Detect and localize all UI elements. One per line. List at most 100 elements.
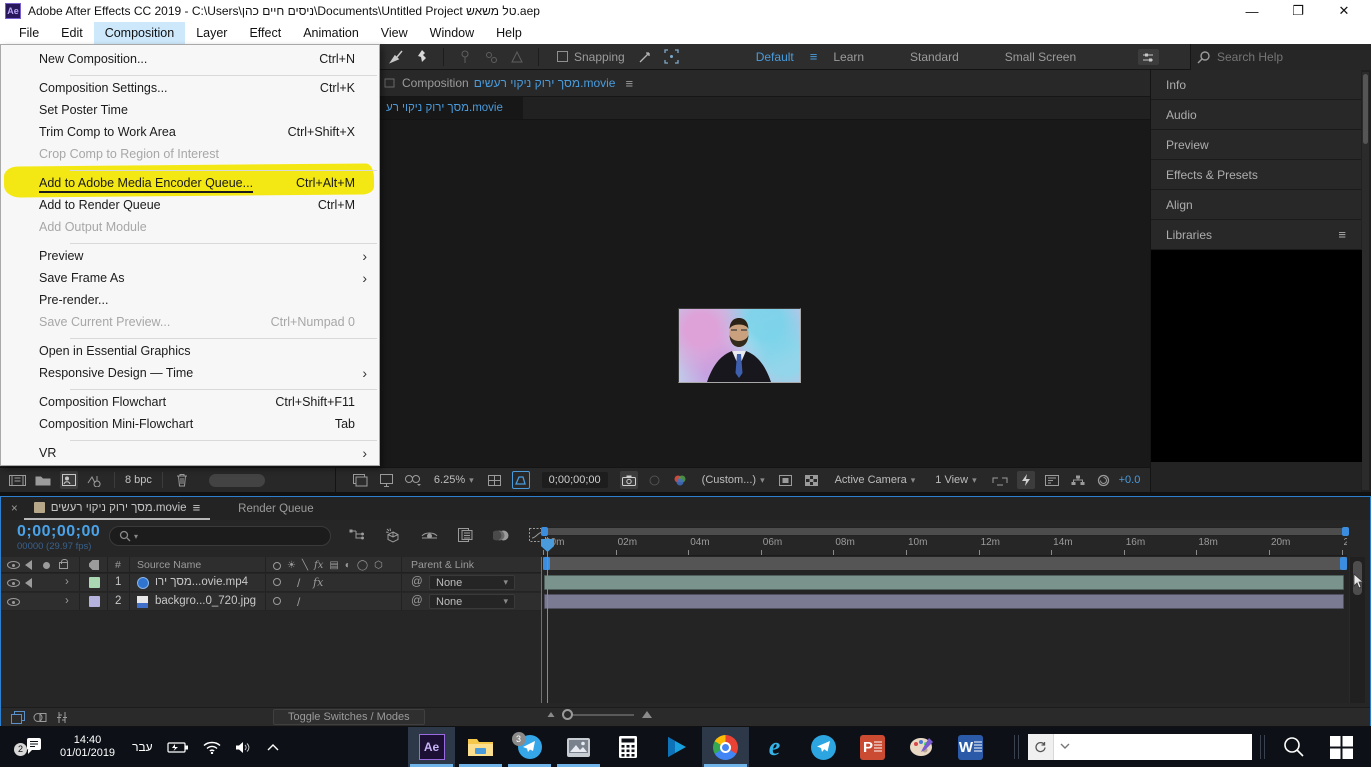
wifi-icon[interactable] (203, 741, 221, 754)
menu-item[interactable]: Trim Comp to Work Area Ctrl+Shift+X (1, 121, 379, 143)
menu-item[interactable]: VR › (1, 442, 379, 464)
menu-item[interactable]: Pre-render... (1, 289, 379, 311)
interpret-footage-icon[interactable] (8, 472, 26, 488)
taskbar-chrome[interactable] (702, 727, 749, 767)
menu-item[interactable] (1, 333, 379, 340)
menubar-item[interactable]: Effect (238, 22, 292, 44)
taskbar-clock[interactable]: 14:40 01/01/2019 (60, 734, 115, 760)
layer-visibility-icon[interactable] (7, 598, 20, 606)
snap-line-icon[interactable] (637, 49, 655, 65)
layer-shy-switch[interactable] (273, 597, 281, 605)
project-settings-icon[interactable] (86, 472, 104, 488)
layer-quality-switch[interactable]: / (297, 576, 300, 590)
layer-row-2[interactable]: › 2 backgro...0_720.jpg / @ None▾ (1, 593, 541, 611)
layer-label-swatch[interactable] (89, 577, 100, 588)
exposure-value[interactable]: +0.0 (1119, 474, 1141, 486)
project-bpc-button[interactable]: 8 bpc (114, 472, 163, 488)
active-camera-dropdown[interactable]: Active Camera▾ (835, 474, 916, 486)
taskbar-telegram[interactable] (800, 727, 847, 767)
resolution-dropdown[interactable]: (Custom...)▾ (702, 474, 765, 486)
menubar-item[interactable]: Edit (50, 22, 94, 44)
share-view-icon[interactable] (991, 472, 1009, 488)
close-button[interactable]: ✕ (1321, 0, 1367, 22)
project-scrollbar-thumb[interactable] (209, 474, 265, 487)
menu-item[interactable]: Crop Comp to Region of Interest (1, 143, 379, 165)
snapshot-icon[interactable] (620, 471, 638, 489)
layer-shy-switch[interactable] (273, 578, 281, 586)
panel-menu-icon[interactable]: ≡ (625, 76, 633, 91)
pick-whip-icon[interactable]: @ (411, 576, 423, 588)
composition-viewer-tab[interactable]: מסך ירוק ניקוי רע.movie (378, 97, 523, 119)
start-button[interactable] (1330, 736, 1353, 764)
battery-icon[interactable] (167, 741, 189, 753)
snap-bounds-icon[interactable] (663, 49, 681, 65)
notification-center-icon[interactable]: 2 (22, 737, 42, 758)
menubar-item[interactable]: View (370, 22, 419, 44)
taskbar-after-effects[interactable]: Ae (408, 727, 455, 767)
snapping-checkbox[interactable] (557, 51, 568, 62)
puppet-pin-tool-icon[interactable] (413, 49, 431, 65)
menu-item[interactable]: Composition Mini-Flowchart Tab (1, 413, 379, 435)
parent-link-column-header[interactable]: Parent & Link (411, 559, 474, 571)
taskbar-internet-explorer[interactable]: e (751, 727, 798, 767)
layer-2-duration-bar[interactable] (544, 594, 1344, 609)
comp-current-time[interactable]: 0;00;00;00 (542, 472, 608, 488)
address-input[interactable] (1075, 740, 1252, 755)
shy-layers-icon[interactable] (418, 526, 440, 544)
dock-panel-tab[interactable]: Align (1151, 190, 1361, 220)
menu-item[interactable]: Add to Adobe Media Encoder Queue... Ctrl… (1, 172, 379, 194)
taskbar-paint[interactable] (898, 727, 945, 767)
panel-menu-icon[interactable]: ≡ (193, 500, 201, 515)
hidden-icons-chevron[interactable] (267, 743, 279, 751)
taskbar-powerpoint[interactable]: P (849, 727, 896, 767)
comp-mini-flowchart-icon[interactable] (346, 526, 368, 544)
dock-panel-tab[interactable]: Libraries ≡ (1151, 220, 1361, 250)
timeline-current-time[interactable]: 0;00;00;00 (17, 523, 100, 541)
layer-source-name[interactable]: backgro...0_720.jpg (155, 595, 263, 607)
layer-audio-icon[interactable] (25, 578, 32, 588)
fast-previews-icon[interactable] (1017, 471, 1035, 489)
menu-item[interactable]: New Composition... Ctrl+N (1, 48, 379, 70)
comp-flowchart-icon[interactable] (1069, 472, 1087, 488)
menu-item[interactable]: Add Output Module (1, 216, 379, 238)
render-queue-tab[interactable]: Render Queue (238, 503, 313, 515)
dock-panel-tab[interactable]: Preview (1151, 130, 1361, 160)
workspace-settings-icon[interactable] (1138, 49, 1159, 65)
taskbar-messenger[interactable]: 3 (506, 727, 553, 767)
draft-3d-icon[interactable] (382, 526, 404, 544)
taskbar-word[interactable]: W (947, 727, 994, 767)
menubar-item[interactable]: Help (485, 22, 533, 44)
menubar-item[interactable]: Layer (185, 22, 238, 44)
timeline-search[interactable]: ▾ (109, 526, 331, 546)
composition-viewer[interactable] (378, 120, 1150, 467)
layer-expander-icon[interactable]: › (65, 576, 69, 588)
workspace-menu-icon[interactable]: ≡ (810, 49, 818, 64)
frame-blending-icon[interactable] (454, 526, 476, 544)
menu-item[interactable]: Save Frame As › (1, 267, 379, 289)
expand-transfer-controls-icon[interactable] (29, 708, 51, 726)
main-monitor-icon[interactable] (378, 472, 396, 488)
brush-tool-icon[interactable] (387, 49, 405, 65)
view-count-dropdown[interactable]: 1 View▾ (935, 474, 976, 486)
toggle-switches-modes-button[interactable]: Toggle Switches / Modes (273, 709, 425, 725)
taskbar-search-icon[interactable] (1282, 735, 1306, 764)
menu-item[interactable]: Composition Flowchart Ctrl+Shift+F11 (1, 391, 379, 413)
taskbar-movies-tv[interactable] (653, 727, 700, 767)
timeline-zoom-control[interactable] (546, 711, 652, 718)
volume-icon[interactable] (235, 741, 253, 754)
workspace-default[interactable]: Default (756, 50, 794, 64)
language-indicator[interactable]: עבר (132, 740, 153, 754)
dock-panel-tab[interactable]: Info (1151, 70, 1361, 100)
taskbar-file-explorer[interactable] (457, 727, 504, 767)
workspace-standard[interactable]: Standard (910, 50, 959, 64)
parent-dropdown[interactable]: None▾ (429, 594, 515, 609)
minimize-button[interactable]: — (1229, 0, 1275, 22)
channel-colors-icon[interactable] (672, 472, 690, 488)
menubar-item[interactable]: Animation (292, 22, 370, 44)
workspace-learn[interactable]: Learn (833, 50, 864, 64)
taskbar-address-box[interactable] (1028, 734, 1252, 760)
grid-guides-icon[interactable] (486, 472, 504, 488)
region-of-interest-icon[interactable] (777, 472, 795, 488)
menu-item[interactable]: Add to Render Queue Ctrl+M (1, 194, 379, 216)
layer-row-1[interactable]: › 1 מסך ירו...ovie.mp4 / fx @ None▾ (1, 574, 541, 592)
